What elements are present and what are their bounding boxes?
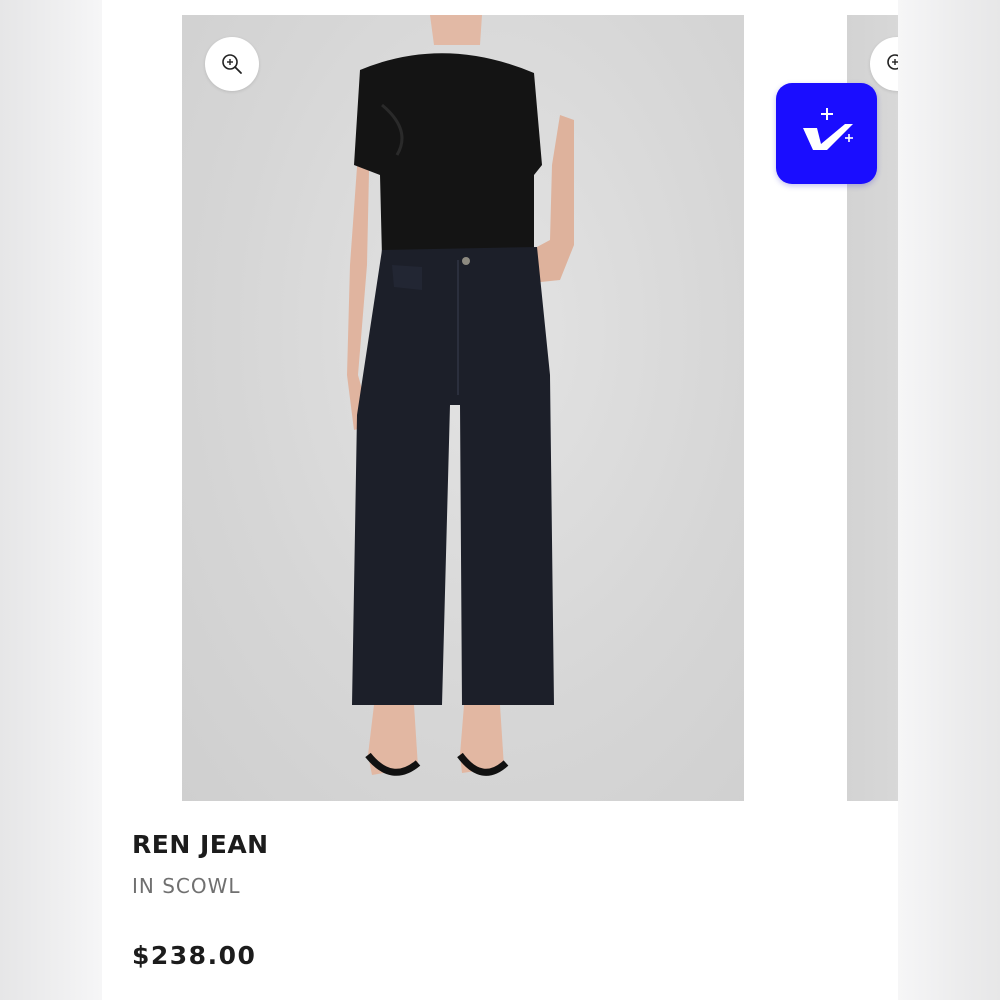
product-photo [347, 15, 574, 776]
product-title[interactable]: REN JEAN [132, 830, 269, 859]
zoom-button-next[interactable] [870, 37, 898, 91]
zoom-in-icon [222, 54, 242, 74]
zoom-button[interactable] [205, 37, 259, 91]
product-image-card[interactable] [182, 15, 744, 801]
sparkle-check-icon [802, 107, 853, 150]
zoom-in-icon [887, 54, 898, 70]
product-listing-screen: REN JEAN IN SCOWL $238.00 [102, 0, 898, 1000]
right-margin [898, 0, 1000, 1000]
app-badge[interactable] [776, 83, 877, 184]
product-price: $238.00 [132, 941, 257, 970]
product-color: IN SCOWL [132, 874, 241, 898]
left-margin [0, 0, 102, 1000]
